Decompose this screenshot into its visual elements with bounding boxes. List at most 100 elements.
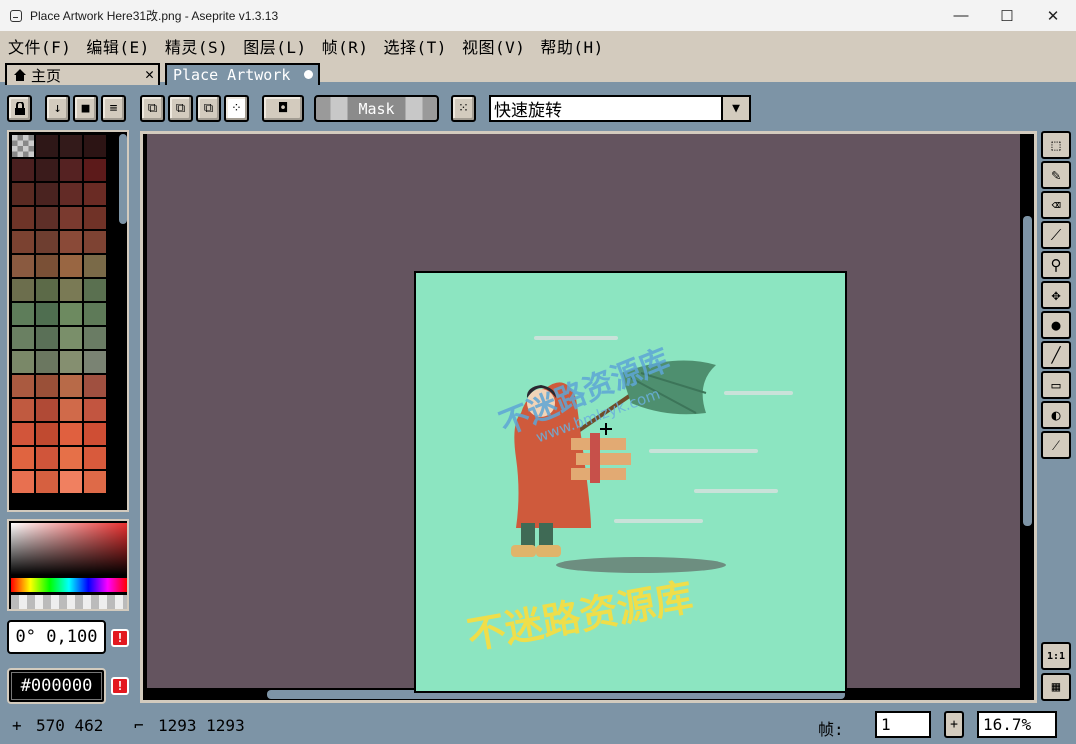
- frame-number-field[interactable]: 1: [875, 711, 931, 738]
- palette-swatch[interactable]: [60, 159, 82, 181]
- pivot-icon[interactable]: ⁙: [451, 95, 476, 122]
- menu-file[interactable]: 文件(F): [8, 34, 71, 58]
- palette-swatch[interactable]: [60, 231, 82, 253]
- palette-swatch[interactable]: [36, 135, 58, 157]
- palette-swatch[interactable]: [60, 255, 82, 277]
- palette-swatch[interactable]: [12, 375, 34, 397]
- palette-swatch[interactable]: [60, 183, 82, 205]
- alpha-slider[interactable]: [11, 595, 127, 609]
- blur-icon[interactable]: ⁄: [1041, 431, 1071, 459]
- palette-swatch[interactable]: [84, 255, 106, 277]
- palette-swatch[interactable]: [60, 471, 82, 493]
- palette-swatch[interactable]: [36, 303, 58, 325]
- palette-swatch[interactable]: [12, 135, 34, 157]
- chevron-down-icon[interactable]: ▼: [721, 95, 751, 122]
- palette-swatch[interactable]: [12, 159, 34, 181]
- palette-swatch[interactable]: [60, 207, 82, 229]
- menu-layer[interactable]: 图层(L): [243, 34, 306, 58]
- palette-swatch[interactable]: [84, 279, 106, 301]
- palette-swatch[interactable]: [60, 279, 82, 301]
- sprite-canvas[interactable]: 不迷路资源库 www.bmlzyk.com 不迷路资源库: [414, 271, 847, 693]
- contour-icon[interactable]: ◐: [1041, 401, 1071, 429]
- editor-viewport[interactable]: 不迷路资源库 www.bmlzyk.com 不迷路资源库: [143, 134, 1034, 700]
- palette-swatch[interactable]: [12, 471, 34, 493]
- palette-swatch[interactable]: [84, 375, 106, 397]
- paint-bucket-icon[interactable]: ●: [1041, 311, 1071, 339]
- palette-swatch[interactable]: [36, 255, 58, 277]
- palette-swatch[interactable]: [36, 399, 58, 421]
- menu-edit[interactable]: 编辑(E): [86, 34, 149, 58]
- tab-home[interactable]: 主页 ✕: [5, 63, 160, 85]
- line-icon[interactable]: ╱: [1041, 341, 1071, 369]
- palette-swatch[interactable]: [84, 471, 106, 493]
- palette-swatch[interactable]: [36, 183, 58, 205]
- selection-add-icon[interactable]: ⧉: [168, 95, 193, 122]
- close-tab-icon[interactable]: ✕: [145, 65, 154, 83]
- palette-scrollbar[interactable]: [119, 134, 127, 224]
- timeline-icon[interactable]: ▦: [1041, 673, 1071, 701]
- palette-swatch[interactable]: [84, 327, 106, 349]
- palette-swatch[interactable]: [84, 183, 106, 205]
- palette-swatch[interactable]: [60, 423, 82, 445]
- palette-swatch[interactable]: [12, 183, 34, 205]
- palette-swatch[interactable]: [84, 207, 106, 229]
- palette-swatch[interactable]: [12, 327, 34, 349]
- zoom-icon[interactable]: ⚲: [1041, 251, 1071, 279]
- palette-swatch[interactable]: [84, 135, 106, 157]
- palette-swatch[interactable]: [12, 351, 34, 373]
- palette-swatch[interactable]: [36, 159, 58, 181]
- add-frame-button[interactable]: +: [944, 711, 964, 738]
- palette-swatch[interactable]: [12, 399, 34, 421]
- rectangular-marquee-icon[interactable]: ⬚: [1041, 131, 1071, 159]
- palette-swatch[interactable]: [84, 351, 106, 373]
- palette-swatch[interactable]: [36, 207, 58, 229]
- rectangle-icon[interactable]: ▭: [1041, 371, 1071, 399]
- selection-replace-icon[interactable]: ⧉: [140, 95, 165, 122]
- rotation-algorithm-select[interactable]: 快速旋转: [489, 95, 723, 122]
- palette-swatch[interactable]: [60, 351, 82, 373]
- transparent-color-icon[interactable]: ◘: [262, 95, 304, 122]
- palette-swatch[interactable]: [60, 375, 82, 397]
- mask-color-button[interactable]: Mask: [314, 95, 439, 122]
- hue-slider[interactable]: [11, 578, 127, 592]
- palette-swatch[interactable]: [84, 231, 106, 253]
- menu-select[interactable]: 选择(T): [384, 34, 447, 58]
- selection-intersect-icon[interactable]: ⁘: [224, 95, 249, 122]
- palette-swatch[interactable]: [36, 447, 58, 469]
- lock-icon[interactable]: [7, 95, 32, 122]
- minimize-button[interactable]: —: [938, 0, 984, 31]
- palette-swatch[interactable]: [36, 279, 58, 301]
- download-icon[interactable]: ↓: [45, 95, 70, 122]
- palette-swatch[interactable]: [60, 447, 82, 469]
- palette-swatch[interactable]: [60, 327, 82, 349]
- palette-swatch[interactable]: [12, 207, 34, 229]
- menu-help[interactable]: 帮助(H): [540, 34, 603, 58]
- menu-sprite[interactable]: 精灵(S): [165, 34, 228, 58]
- palette-swatch[interactable]: [36, 375, 58, 397]
- saturation-value-box[interactable]: [11, 523, 127, 575]
- menu-frame[interactable]: 帧(R): [322, 34, 369, 58]
- palette-swatch[interactable]: [12, 255, 34, 277]
- palette-swatch[interactable]: [84, 303, 106, 325]
- palette-swatch[interactable]: [36, 471, 58, 493]
- warning-icon[interactable]: !: [111, 677, 129, 695]
- palette-swatch[interactable]: [12, 279, 34, 301]
- palette-swatch[interactable]: [36, 351, 58, 373]
- palette-swatch[interactable]: [12, 423, 34, 445]
- vertical-scrollbar[interactable]: [1023, 216, 1032, 526]
- stop-icon[interactable]: ■: [73, 95, 98, 122]
- palette-swatch[interactable]: [36, 423, 58, 445]
- pencil-icon[interactable]: ✎: [1041, 161, 1071, 189]
- palette-swatch[interactable]: [12, 231, 34, 253]
- tab-document[interactable]: Place Artwork: [165, 63, 320, 85]
- palette-swatch[interactable]: [84, 423, 106, 445]
- palette-swatch[interactable]: [36, 327, 58, 349]
- actual-size-icon[interactable]: 1:1: [1041, 642, 1071, 670]
- zoom-level-field[interactable]: 16.7%: [977, 711, 1057, 738]
- palette-swatch[interactable]: [60, 399, 82, 421]
- palette-swatch[interactable]: [12, 447, 34, 469]
- gradient-angle-field[interactable]: 0° 0,100: [7, 620, 106, 654]
- eraser-icon[interactable]: ⌫: [1041, 191, 1071, 219]
- selection-subtract-icon[interactable]: ⧉: [196, 95, 221, 122]
- foreground-color-hex[interactable]: #000000: [7, 668, 106, 704]
